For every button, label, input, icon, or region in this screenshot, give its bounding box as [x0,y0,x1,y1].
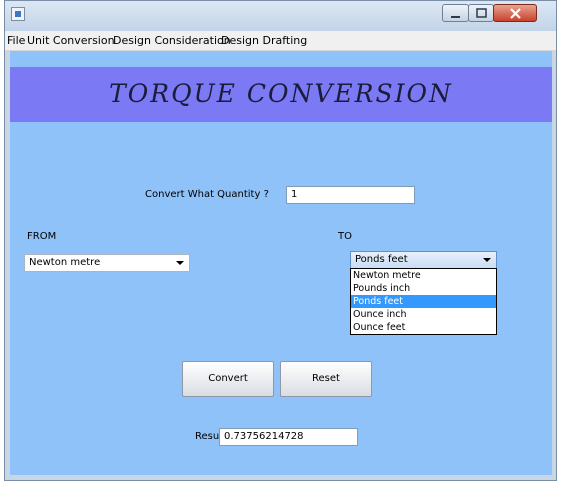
chevron-down-icon [483,258,491,262]
quantity-label: Convert What Quantity ? [145,189,269,200]
menu-bar: File Unit Conversion Design Consideratio… [5,31,556,51]
from-unit-select[interactable]: Newton metre [24,254,190,272]
app-window: File Unit Conversion Design Consideratio… [4,0,557,481]
to-option-ounce-feet[interactable]: Ounce feet [351,321,496,334]
java-app-icon [11,7,25,21]
to-unit-select[interactable]: Ponds feet [350,251,497,269]
minimize-icon [451,16,460,18]
to-option-pounds-inch[interactable]: Pounds inch [351,282,496,295]
title-bar[interactable] [5,1,556,31]
reset-button[interactable]: Reset [280,361,372,397]
minimize-button[interactable] [442,4,469,22]
menu-design-consideration[interactable]: Design Consideration [113,34,231,47]
result-field: 0.73756214728 [219,428,358,446]
to-option-ponds-feet[interactable]: Ponds feet [351,295,496,308]
title-banner: TORQUE CONVERSION [10,67,552,122]
to-option-ounce-inch[interactable]: Ounce inch [351,308,496,321]
maximize-icon [476,8,487,18]
content-panel: TORQUE CONVERSION Convert What Quantity … [10,51,552,475]
close-button[interactable] [493,4,537,22]
quantity-input[interactable]: 1 [286,186,415,204]
from-unit-value: Newton metre [29,257,101,268]
to-unit-value: Ponds feet [355,254,408,265]
menu-design-drafting[interactable]: Design Drafting [221,34,307,47]
to-option-newton-metre[interactable]: Newton metre [351,269,496,282]
from-label: FROM [27,231,57,242]
menu-file[interactable]: File [7,34,25,47]
convert-button[interactable]: Convert [182,361,274,397]
to-label: TO [338,231,352,242]
to-unit-dropdown-list: Newton metre Pounds inch Ponds feet Ounc… [350,268,497,335]
page-title: TORQUE CONVERSION [109,79,453,108]
maximize-button[interactable] [468,4,494,22]
chevron-down-icon [176,261,184,265]
menu-unit-conversion[interactable]: Unit Conversion [27,34,115,47]
close-icon [510,8,521,19]
